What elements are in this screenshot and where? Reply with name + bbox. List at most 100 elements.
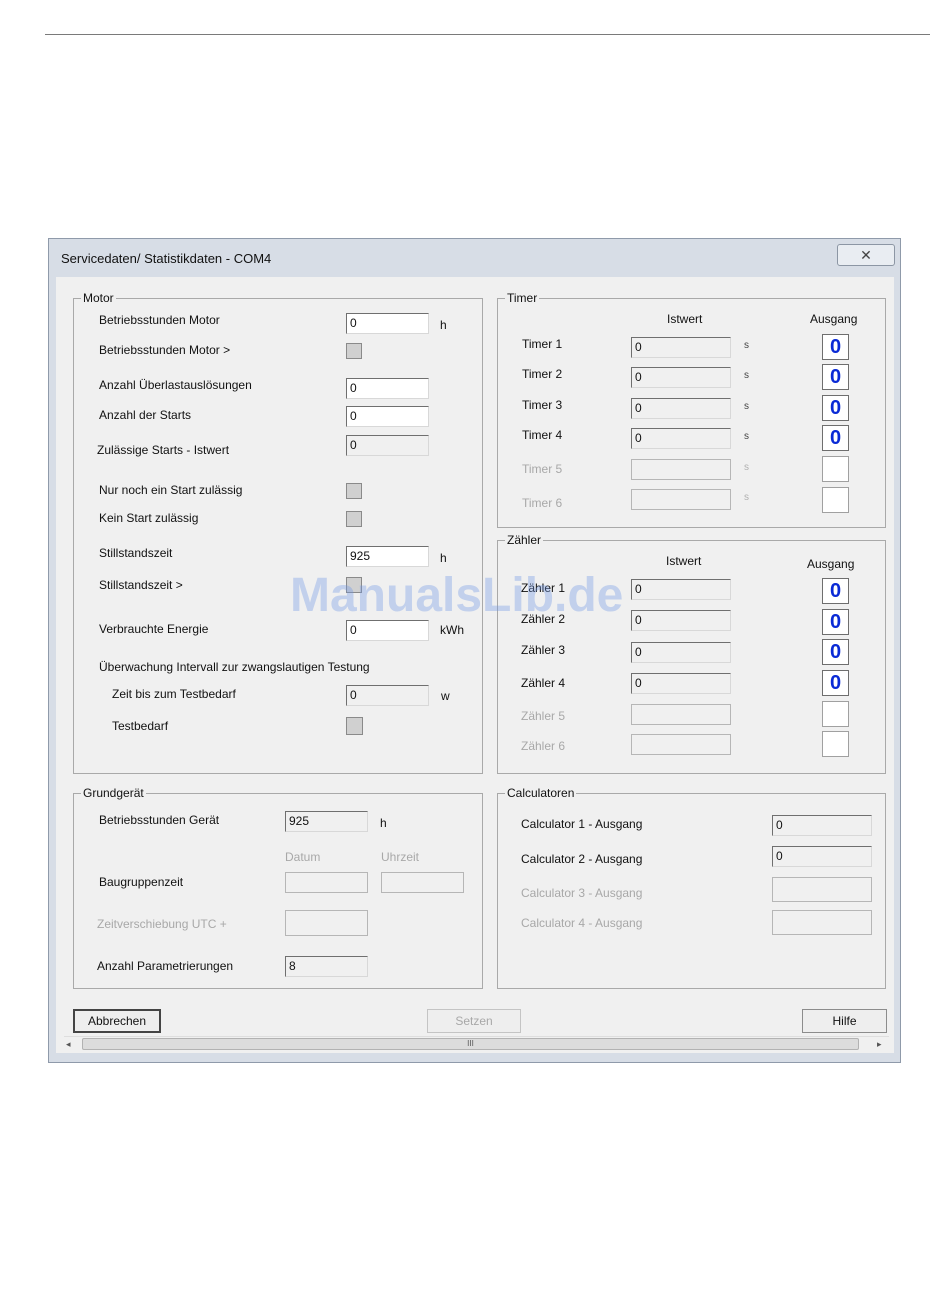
zaehler-1-field[interactable]: 0 [631,579,731,600]
timer-1-output: 0 [822,334,849,360]
page-top-rule [45,34,930,35]
scrollbar-grip-icon: III [467,1039,474,1048]
hilfe-button[interactable]: Hilfe [802,1009,887,1033]
betriebsstunden-motor-label: Betriebsstunden Motor [99,313,220,327]
betriebsstunden-motor-gt-label: Betriebsstunden Motor > [99,343,231,357]
timer-6-output [822,487,849,513]
close-button[interactable]: ✕ [837,244,895,266]
anzahl-starts-field[interactable]: 0 [346,406,429,427]
timer-2-field[interactable]: 0 [631,367,731,388]
zeitverschiebung-label: Zeitverschiebung UTC + [97,917,227,931]
grundgeraet-group-title: Grundgerät [81,786,146,800]
timer-1-field[interactable]: 0 [631,337,731,358]
calculator-2-field[interactable]: 0 [772,846,872,867]
zaehler-6-output [822,731,849,757]
zaehler-4-label: Zähler 4 [521,676,566,690]
betriebsstunden-geraet-field[interactable]: 925 [285,811,368,832]
zaehler-4-field[interactable]: 0 [631,673,731,694]
zaehler-5-field[interactable] [631,704,731,725]
testbedarf-checkbox[interactable] [346,717,363,735]
ueberlast-field[interactable]: 0 [346,378,429,399]
motor-group-title: Motor [81,291,116,305]
zaehler-5-output [822,701,849,727]
close-icon: ✕ [860,247,872,263]
zeit-testbedarf-unit: w [441,689,450,703]
abbrechen-button[interactable]: Abbrechen [73,1009,161,1033]
betriebsstunden-motor-gt-checkbox[interactable] [346,343,362,359]
timer-2-label: Timer 2 [522,367,563,381]
zaehler-istwert-header: Istwert [666,554,702,568]
zaehler-3-field[interactable]: 0 [631,642,731,663]
testbedarf-label: Testbedarf [112,719,169,733]
stillstandszeit-field[interactable]: 925 [346,546,429,567]
zaehler-2-field[interactable]: 0 [631,610,731,631]
calculator-3-label: Calculator 3 - Ausgang [521,886,643,900]
stillstandszeit-label: Stillstandszeit [99,546,173,560]
calculator-1-field[interactable]: 0 [772,815,872,836]
zaehler-6-label: Zähler 6 [521,739,566,753]
timer-6-field[interactable] [631,489,731,510]
zaehler-6-field[interactable] [631,734,731,755]
window-title: Servicedaten/ Statistikdaten - COM4 [61,251,272,266]
energie-unit: kWh [440,623,464,637]
timer-4-field[interactable]: 0 [631,428,731,449]
baugruppenzeit-uhrzeit-field[interactable] [381,872,464,893]
betriebsstunden-geraet-unit: h [380,816,387,830]
timer-5-unit: s [744,462,749,473]
kein-start-label: Kein Start zulässig [99,511,199,525]
calculator-1-label: Calculator 1 - Ausgang [521,817,643,831]
stillstandszeit-gt-label: Stillstandszeit > [99,578,183,592]
zaehler-1-output: 0 [822,578,849,604]
zul-starts-field[interactable]: 0 [346,435,429,456]
parametrierungen-field[interactable]: 8 [285,956,368,977]
watermark: ManualsLib.de [290,569,624,622]
timer-6-unit: s [744,492,749,503]
calculator-3-field[interactable] [772,877,872,902]
baugruppenzeit-datum-field[interactable] [285,872,368,893]
calculator-4-label: Calculator 4 - Ausgang [521,916,643,930]
timer-1-label: Timer 1 [522,337,563,351]
baugruppenzeit-label: Baugruppenzeit [99,875,184,889]
timer-5-label: Timer 5 [522,462,563,476]
timer-4-label: Timer 4 [522,428,563,442]
zaehler-group-title: Zähler [505,533,544,547]
uhrzeit-header: Uhrzeit [381,850,420,864]
timer-istwert-header: Istwert [667,312,703,326]
zeit-testbedarf-field[interactable]: 0 [346,685,429,706]
betriebsstunden-motor-field[interactable]: 0 [346,313,429,334]
timer-ausgang-header: Ausgang [810,312,858,326]
timer-5-field[interactable] [631,459,731,480]
nur-noch-checkbox[interactable] [346,483,362,499]
timer-group-title: Timer [505,291,540,305]
anzahl-starts-label: Anzahl der Starts [99,408,192,422]
zeitverschiebung-field[interactable] [285,910,368,936]
timer-3-output: 0 [822,395,849,421]
scrollbar-thumb[interactable]: III [82,1038,859,1050]
datum-header: Datum [285,850,321,864]
zaehler-2-output: 0 [822,609,849,635]
scroll-left-icon[interactable]: ◂ [66,1039,71,1050]
zaehler-5-label: Zähler 5 [521,709,566,723]
kein-start-checkbox[interactable] [346,511,362,527]
nur-noch-label: Nur noch ein Start zulässig [99,483,243,497]
calculator-2-label: Calculator 2 - Ausgang [521,852,643,866]
stillstandszeit-unit: h [440,551,447,565]
timer-3-field[interactable]: 0 [631,398,731,419]
zaehler-3-output: 0 [822,639,849,665]
betriebsstunden-geraet-label: Betriebsstunden Gerät [99,813,220,827]
setzen-button[interactable]: Setzen [427,1009,521,1033]
scroll-right-icon[interactable]: ▸ [877,1039,882,1050]
zaehler-4-output: 0 [822,670,849,696]
zaehler-3-label: Zähler 3 [521,643,566,657]
timer-1-unit: s [744,340,749,351]
calculator-4-field[interactable] [772,910,872,935]
parametrierungen-label: Anzahl Parametrierungen [97,959,234,973]
energie-field[interactable]: 0 [346,620,429,641]
timer-3-unit: s [744,401,749,412]
timer-6-label: Timer 6 [522,496,563,510]
ueberwachung-label: Überwachung Intervall zur zwangslautigen… [99,660,370,674]
ueberlast-label: Anzahl Überlastauslösungen [99,378,252,392]
timer-3-label: Timer 3 [522,398,563,412]
calculatoren-group-title: Calculatoren [505,786,577,800]
energie-label: Verbrauchte Energie [99,622,209,636]
